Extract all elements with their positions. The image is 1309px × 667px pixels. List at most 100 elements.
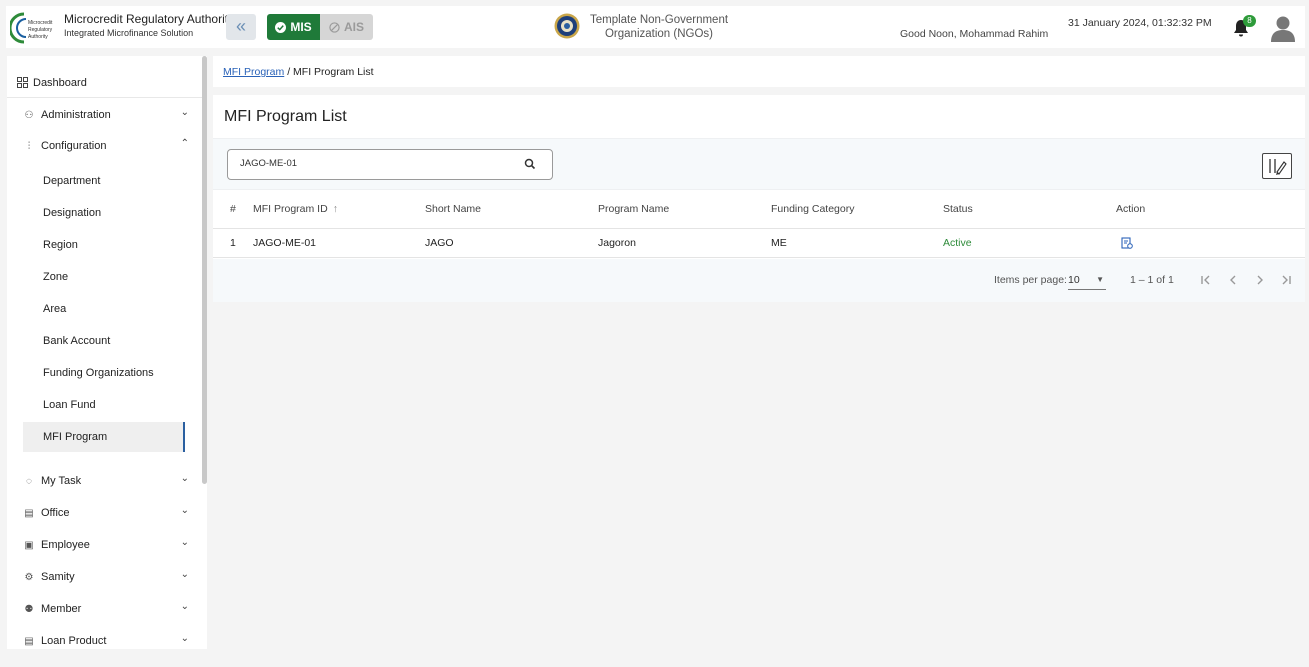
ais-label: AIS bbox=[343, 20, 364, 34]
chevron-right-icon bbox=[1257, 275, 1263, 285]
brand-title: Microcredit Regulatory Authority bbox=[64, 12, 235, 26]
column-header-status[interactable]: Status bbox=[943, 190, 973, 228]
sidebar-item-label: Employee bbox=[41, 539, 90, 551]
sidebar-item-samity[interactable]: ⚙ Samity ⌄ bbox=[7, 565, 197, 589]
table-header: # MFI Program ID ↑ Short Name Program Na… bbox=[213, 189, 1305, 229]
sidebar-collapse-button[interactable]: « bbox=[226, 14, 256, 40]
status-badge: Active bbox=[943, 237, 972, 249]
search-input[interactable] bbox=[240, 158, 510, 169]
search-icon[interactable] bbox=[524, 158, 536, 170]
samity-icon: ⚙ bbox=[24, 571, 34, 583]
table-row: 1 JAGO-ME-01 JAGO Jagoron ME Active bbox=[213, 229, 1305, 258]
column-header-short-name[interactable]: Short Name bbox=[425, 190, 481, 228]
chevron-down-icon: ⌄ bbox=[180, 569, 189, 580]
brand-subtitle: Integrated Microfinance Solution bbox=[64, 28, 194, 38]
sidebar-item-funding-organizations[interactable]: Funding Organizations bbox=[23, 358, 185, 388]
sidebar-item-designation[interactable]: Designation bbox=[23, 198, 185, 228]
chevron-down-icon: ⌄ bbox=[180, 473, 189, 484]
column-header-program-name[interactable]: Program Name bbox=[598, 190, 669, 228]
svg-text:Authority: Authority bbox=[28, 34, 48, 40]
cell-index: 1 bbox=[230, 237, 236, 249]
sidebar-item-administration[interactable]: ⚇ Administration ⌄ bbox=[7, 103, 197, 127]
sidebar-item-employee[interactable]: ▣ Employee ⌄ bbox=[7, 533, 197, 557]
user-avatar-icon[interactable] bbox=[1270, 14, 1296, 42]
sliders-icon: ⫶ bbox=[27, 140, 31, 152]
page-size-select[interactable]: 10 ▼ bbox=[1068, 270, 1106, 290]
cell-funding-category: ME bbox=[771, 237, 787, 249]
mis-label: MIS bbox=[290, 20, 312, 34]
task-circle-icon: ◌ bbox=[26, 475, 32, 487]
next-page-button[interactable] bbox=[1249, 269, 1271, 291]
column-header-funding-category[interactable]: Funding Category bbox=[771, 190, 854, 228]
cell-short-name: JAGO bbox=[425, 237, 454, 249]
sidebar-scrollbar[interactable] bbox=[202, 56, 207, 484]
sidebar-item-mfi-program[interactable]: MFI Program bbox=[23, 422, 185, 452]
chevron-left-icon bbox=[1230, 275, 1236, 285]
paginator: Items per page: 10 ▼ 1 – 1 of 1 bbox=[213, 259, 1305, 302]
ais-button[interactable]: AIS bbox=[320, 14, 373, 40]
employee-icon: ▣ bbox=[24, 539, 34, 551]
sidebar-item-loan-fund[interactable]: Loan Fund bbox=[23, 390, 185, 420]
view-details-icon[interactable] bbox=[1121, 237, 1133, 249]
loan-product-icon: ▤ bbox=[24, 635, 34, 647]
org-seal-icon bbox=[554, 13, 580, 39]
last-page-icon bbox=[1282, 275, 1291, 285]
user-greeting: Good Noon, Mohammad Rahim bbox=[900, 28, 1049, 40]
check-circle-icon bbox=[275, 21, 287, 33]
disabled-circle-icon bbox=[329, 21, 340, 33]
page-range: 1 – 1 of 1 bbox=[1130, 274, 1174, 286]
sidebar-item-area[interactable]: Area bbox=[23, 294, 185, 324]
column-edit-icon bbox=[1269, 159, 1287, 175]
sidebar: Dashboard ⚇ Administration ⌄ ⫶ Configura… bbox=[7, 56, 207, 649]
first-page-button[interactable] bbox=[1195, 269, 1217, 291]
sidebar-item-dashboard[interactable]: Dashboard bbox=[7, 68, 207, 98]
svg-text:Regulatory: Regulatory bbox=[28, 27, 53, 33]
sidebar-item-label: Loan Product bbox=[41, 635, 107, 647]
column-settings-button[interactable] bbox=[1262, 153, 1292, 179]
sidebar-item-label: Administration bbox=[41, 109, 111, 121]
sidebar-item-zone[interactable]: Zone bbox=[23, 262, 185, 292]
sidebar-item-department[interactable]: Department bbox=[23, 166, 185, 196]
cell-action bbox=[1121, 229, 1133, 257]
column-header-action: Action bbox=[1116, 203, 1146, 215]
cell-program-id: JAGO-ME-01 bbox=[253, 237, 317, 249]
previous-page-button[interactable] bbox=[1222, 269, 1244, 291]
column-header-index: # bbox=[230, 203, 236, 215]
sidebar-item-label: Dashboard bbox=[33, 76, 87, 89]
sidebar-item-label: Configuration bbox=[41, 140, 107, 152]
breadcrumb-separator: / bbox=[287, 66, 291, 78]
svg-text:Microcredit: Microcredit bbox=[28, 20, 53, 26]
sidebar-item-my-task[interactable]: ◌ My Task ⌄ bbox=[7, 469, 197, 493]
breadcrumb-current: MFI Program List bbox=[293, 66, 374, 78]
cell-program-name: Jagoron bbox=[598, 237, 636, 249]
breadcrumb-link-mfi-program[interactable]: MFI Program bbox=[223, 66, 284, 78]
sort-arrow-up-icon: ↑ bbox=[332, 203, 338, 215]
members-icon: ⚉ bbox=[24, 603, 34, 615]
search-field[interactable] bbox=[227, 149, 553, 180]
sidebar-item-label: Member bbox=[41, 603, 82, 615]
chevron-down-icon: ⌄ bbox=[180, 633, 189, 644]
last-page-button[interactable] bbox=[1275, 269, 1297, 291]
sidebar-item-member[interactable]: ⚉ Member ⌄ bbox=[7, 597, 197, 621]
sidebar-item-office[interactable]: ▤ Office ⌄ bbox=[7, 501, 197, 525]
current-datetime: 31 January 2024, 01:32:32 PM bbox=[1068, 17, 1212, 29]
sidebar-item-label: My Task bbox=[41, 475, 82, 487]
breadcrumb: MFI Program / MFI Program List bbox=[223, 66, 374, 78]
mra-logo: Microcredit Regulatory Authority bbox=[10, 12, 53, 44]
sidebar-item-label: Office bbox=[41, 507, 70, 519]
mfi-program-table: # MFI Program ID ↑ Short Name Program Na… bbox=[213, 189, 1305, 258]
sidebar-item-region[interactable]: Region bbox=[23, 230, 185, 260]
sidebar-item-loan-product[interactable]: ▤ Loan Product ⌄ bbox=[7, 629, 197, 649]
column-header-program-id[interactable]: MFI Program ID ↑ bbox=[253, 190, 338, 228]
chevron-down-icon: ⌄ bbox=[180, 505, 189, 516]
sidebar-item-bank-account[interactable]: Bank Account bbox=[23, 326, 185, 356]
sidebar-item-configuration[interactable]: ⫶ Configuration ⌃ bbox=[7, 134, 197, 158]
page-title: MFI Program List bbox=[224, 108, 347, 125]
first-page-icon bbox=[1201, 275, 1210, 285]
chevron-down-icon: ⌄ bbox=[180, 537, 189, 548]
grid-icon bbox=[17, 77, 28, 88]
dropdown-arrow-icon: ▼ bbox=[1096, 275, 1104, 284]
top-header: Microcredit Regulatory Authority Microcr… bbox=[6, 6, 1305, 48]
mis-button[interactable]: MIS bbox=[267, 14, 320, 40]
items-per-page-label: Items per page: bbox=[994, 274, 1067, 286]
